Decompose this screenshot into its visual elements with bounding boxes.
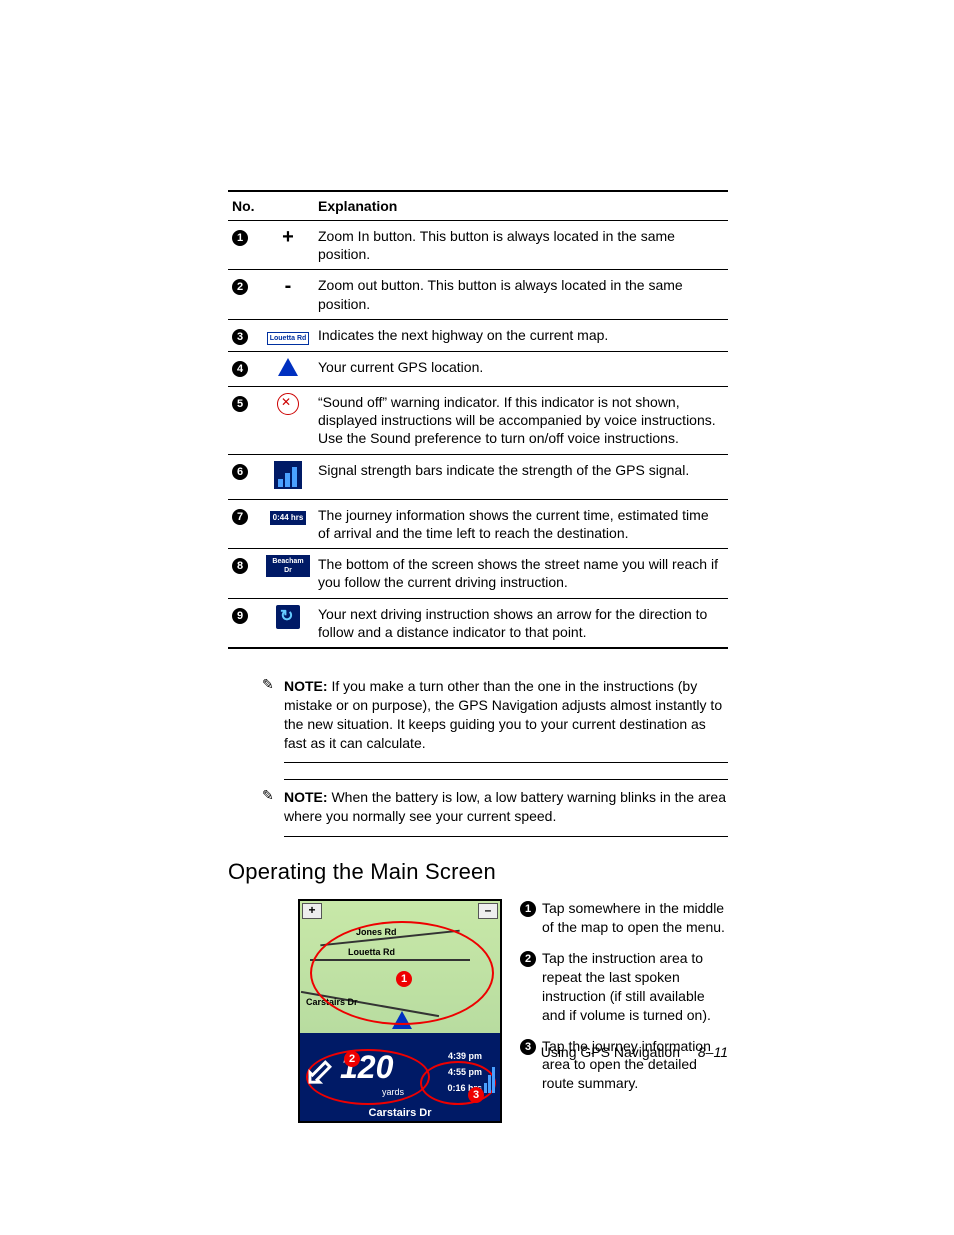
note-icon: ✎ <box>262 675 274 694</box>
table-row: 7 0:44 hrs The journey information shows t… <box>228 499 728 548</box>
step-number-badge: 1 <box>520 901 536 917</box>
street-name-chip-icon: Beacham Dr <box>266 555 310 577</box>
row-explanation: The bottom of the screen shows the stree… <box>314 549 728 598</box>
row-number-badge: 7 <box>232 509 248 525</box>
row-explanation: Signal strength bars indicate the streng… <box>314 454 728 499</box>
row-explanation: “Sound off” warning indicator. If this i… <box>314 387 728 455</box>
table-row: 6 Signal strength bars indicate the stren… <box>228 454 728 499</box>
row-explanation: Your next driving instruction shows an a… <box>314 598 728 648</box>
row-icon-cell: Beacham Dr <box>262 549 314 598</box>
step-text: Tap somewhere in the middle of the map t… <box>542 899 728 937</box>
sound-off-icon <box>277 393 299 415</box>
note-1: ✎ NOTE: If you make a turn other than th… <box>284 669 728 764</box>
zoom-in-icon: + <box>282 226 294 248</box>
row-number-badge: 2 <box>232 279 248 295</box>
col-explanation: Explanation <box>314 191 728 221</box>
row-number-badge: 3 <box>232 329 248 345</box>
row-number-badge: 4 <box>232 361 248 377</box>
row-number-badge: 5 <box>232 396 248 412</box>
step-number-badge: 2 <box>520 951 536 967</box>
page-footer: Using GPS Navigation 8–11 <box>228 1044 728 1060</box>
table-row: 3 Louetta Rd Indicates the next highway on… <box>228 319 728 351</box>
row-icon-cell: 0:44 hrs <box>262 499 314 548</box>
note-label: NOTE: <box>284 678 328 694</box>
gps-location-icon <box>278 358 298 376</box>
next-street-name: Carstairs Dr <box>300 1105 500 1121</box>
note-text: If you make a turn other than the one in… <box>284 678 722 751</box>
zoom-out-button[interactable]: – <box>478 903 498 919</box>
row-number-badge: 1 <box>232 230 248 246</box>
row-icon-cell <box>262 351 314 386</box>
col-no: No. <box>228 191 262 221</box>
row-explanation: Indicates the next highway on the curren… <box>314 319 728 351</box>
col-icon-spacer <box>262 191 314 221</box>
footer-title: Using GPS Navigation <box>541 1044 680 1060</box>
zoom-in-button[interactable]: + <box>302 903 322 919</box>
footer-page: 8–11 <box>698 1044 728 1060</box>
operating-step: 2 Tap the instruction area to repeat the … <box>520 949 728 1025</box>
row-icon-cell: + <box>262 221 314 270</box>
row-explanation: Your current GPS location. <box>314 351 728 386</box>
section-heading: Operating the Main Screen <box>228 859 728 885</box>
note-icon: ✎ <box>262 786 274 805</box>
row-icon-cell <box>262 387 314 455</box>
note-label: NOTE: <box>284 789 328 805</box>
distance-unit: yards <box>382 1087 404 1097</box>
operating-step: 1 Tap somewhere in the middle of the map … <box>520 899 728 937</box>
table-row: 2 -Zoom out button. This button is always… <box>228 270 728 319</box>
table-row: 4 Your current GPS location. <box>228 351 728 386</box>
row-icon-cell <box>262 454 314 499</box>
row-number-badge: 9 <box>232 608 248 624</box>
row-icon-cell <box>262 598 314 648</box>
journey-time-icon: 0:44 hrs <box>270 511 307 525</box>
row-icon-cell: Louetta Rd <box>262 319 314 351</box>
row-icon-cell: - <box>262 270 314 319</box>
note-2: ✎ NOTE: When the battery is low, a low b… <box>284 779 728 837</box>
row-number-badge: 8 <box>232 558 248 574</box>
signal-strength-icon <box>274 461 302 489</box>
highway-chip-icon: Louetta Rd <box>267 332 310 345</box>
row-number-badge: 6 <box>232 464 248 480</box>
zoom-out-icon: - <box>285 275 292 297</box>
step-text: Tap the instruction area to repeat the l… <box>542 949 728 1025</box>
explanation-table: No. Explanation 1 + Zoom In button. This b… <box>228 190 728 649</box>
table-row: 1 + Zoom In button. This button is always … <box>228 221 728 270</box>
table-row: 5 “Sound off” warning indicator. If this … <box>228 387 728 455</box>
row-explanation: Zoom In button. This button is always lo… <box>314 221 728 270</box>
turn-instruction-icon <box>276 605 300 629</box>
operating-steps: 1 Tap somewhere in the middle of the map … <box>520 899 728 1123</box>
row-explanation: Zoom out button. This button is always l… <box>314 270 728 319</box>
table-row: 8 Beacham DrThe bottom of the screen show… <box>228 549 728 598</box>
main-screen-figure: + – Jones Rd Louetta Rd Carstairs Dr 1 ⬃… <box>298 899 502 1123</box>
note-text: When the battery is low, a low battery w… <box>284 789 726 824</box>
row-explanation: The journey information shows the curren… <box>314 499 728 548</box>
journey-time-eta: 4:55 pm <box>448 1067 482 1077</box>
table-row: 9 Your next driving instruction shows an … <box>228 598 728 648</box>
